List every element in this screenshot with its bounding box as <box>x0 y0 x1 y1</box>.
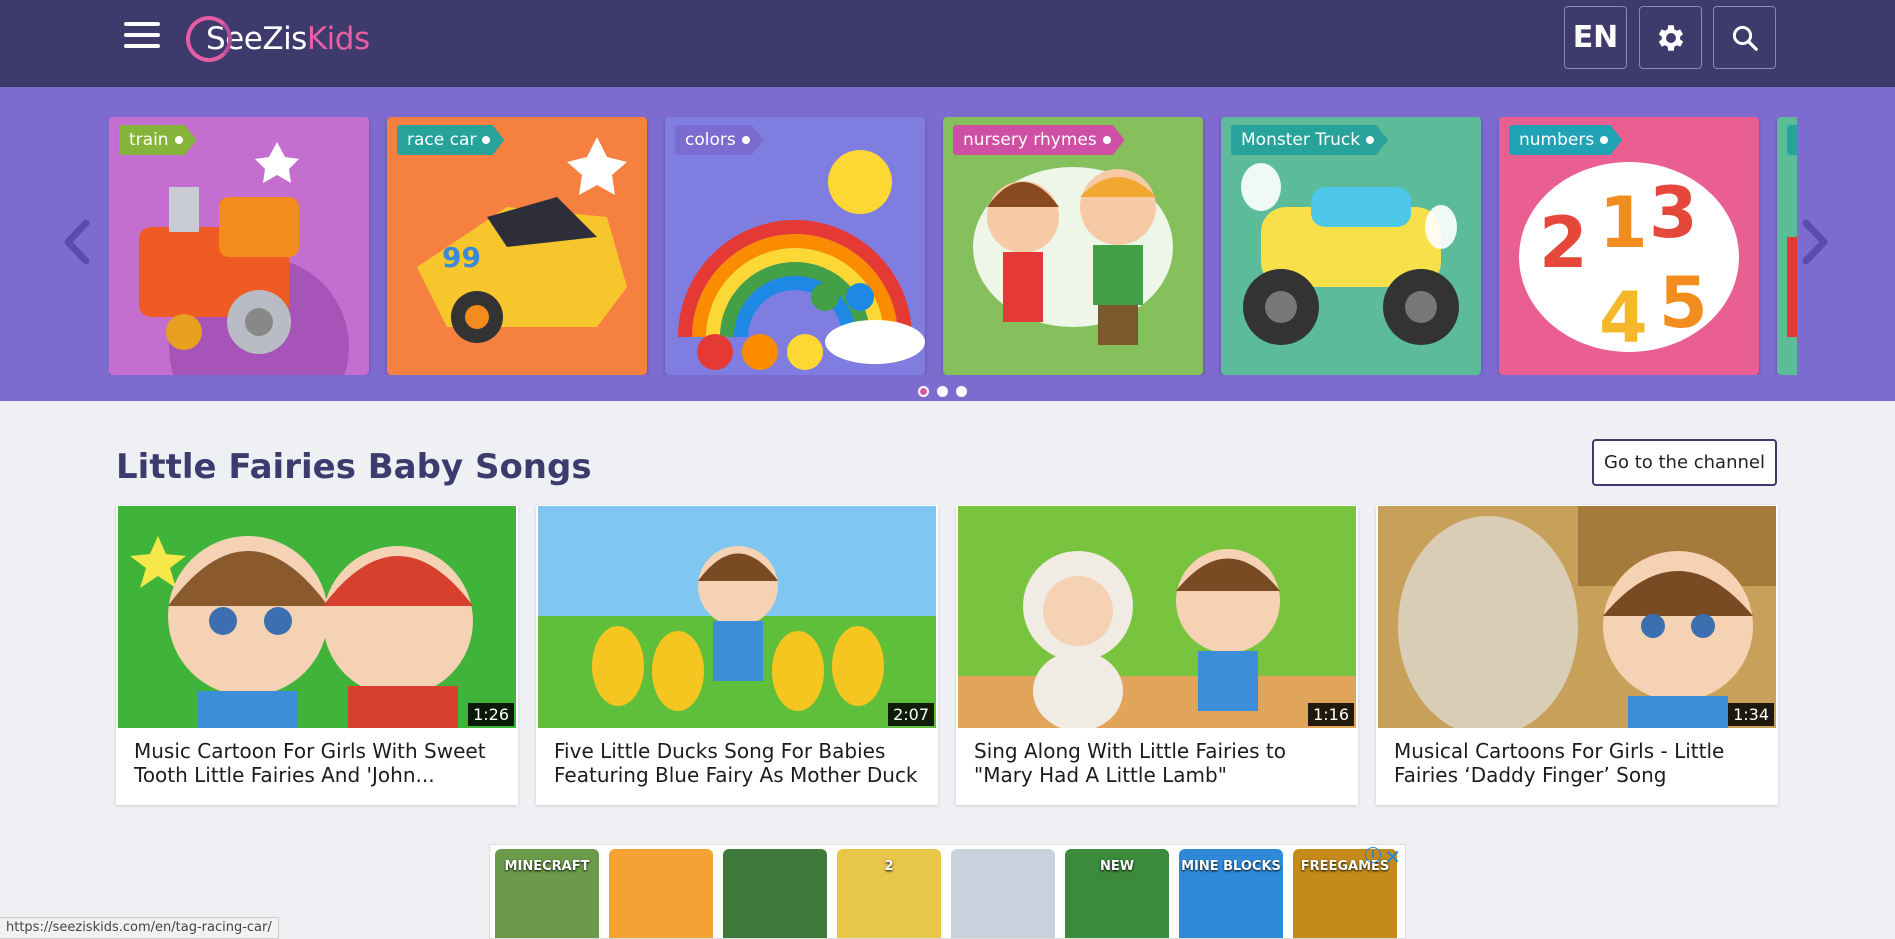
chevron-right-icon[interactable] <box>1800 217 1830 267</box>
search-button[interactable] <box>1713 6 1776 69</box>
status-bar-url: https://seeziskids.com/en/tag-racing-car… <box>0 917 279 939</box>
tile-tag-label: Monster Truck <box>1231 125 1388 155</box>
logo-ring-icon <box>186 16 232 62</box>
tile-illustration <box>678 150 925 370</box>
svg-text:5: 5 <box>1659 262 1708 344</box>
video-duration: 2:07 <box>888 703 934 726</box>
carousel-tile-a[interactable]: a <box>1777 117 1797 375</box>
thumbnail-image <box>1378 506 1776 728</box>
ad-game-tile[interactable]: 2 <box>837 849 941 938</box>
video-card[interactable]: 1:26 Music Cartoon For Girls With Sweet T… <box>116 505 518 805</box>
ad-banner: MINECRAFT 2 NEW MINE BLOCKS FREEGAMES i ✕ <box>489 844 1406 939</box>
language-button[interactable]: EN <box>1564 6 1627 69</box>
carousel-track: train 99 race car colors nursery rhymes Monst… <box>109 117 1797 375</box>
settings-button[interactable] <box>1639 6 1702 69</box>
video-title[interactable]: Sing Along With Little Fairies to "Mary … <box>974 739 1344 787</box>
site-logo[interactable]: SeeZisKids <box>186 16 370 62</box>
carousel-dot[interactable] <box>937 386 948 397</box>
carousel-pagination <box>918 386 967 397</box>
ad-game-tile[interactable] <box>723 849 827 938</box>
section-title: Little Fairies Baby Songs <box>116 447 592 487</box>
ad-game-tile[interactable] <box>609 849 713 938</box>
tile-tag-label: colors <box>675 125 764 155</box>
tile-illustration: 99 <box>417 137 627 343</box>
tile-illustration <box>1787 237 1797 337</box>
go-to-channel-button[interactable]: Go to the channel <box>1592 439 1777 486</box>
video-duration: 1:16 <box>1308 703 1354 726</box>
top-nav-bar: SeeZisKids EN <box>0 0 1895 87</box>
ad-game-tile[interactable]: FREEGAMES <box>1293 849 1397 938</box>
carousel-tile-numbers[interactable]: 2 1 3 4 5 numbers <box>1499 117 1759 375</box>
tile-tag-label: train <box>119 125 197 155</box>
carousel-dot[interactable] <box>918 386 929 397</box>
svg-text:3: 3 <box>1649 172 1698 254</box>
thumbnail-image <box>958 506 1356 728</box>
carousel-tile-colors[interactable]: colors <box>665 117 925 375</box>
ad-game-label: MINE BLOCKS <box>1181 859 1281 874</box>
ad-game-label: NEW <box>1099 859 1135 874</box>
search-icon <box>1732 25 1758 51</box>
video-thumbnail[interactable]: 1:26 <box>118 506 516 728</box>
tile-tag-label: race car <box>397 125 504 155</box>
carousel-tile-monster-truck[interactable]: Monster Truck <box>1221 117 1481 375</box>
svg-text:1: 1 <box>1599 182 1648 264</box>
ad-game-label: 2 <box>884 859 894 874</box>
gear-icon <box>1658 24 1683 51</box>
chevron-left-icon[interactable] <box>62 217 92 267</box>
tile-tag-label: nursery rhymes <box>953 125 1125 155</box>
carousel-tile-nursery-rhymes[interactable]: nursery rhymes <box>943 117 1203 375</box>
menu-hamburger-icon[interactable] <box>124 22 160 52</box>
tile-illustration <box>139 142 349 375</box>
video-title[interactable]: Musical Cartoons For Girls - Little Fair… <box>1394 739 1764 787</box>
ad-game-tile[interactable]: MINECRAFT <box>495 849 599 938</box>
ad-info-icon[interactable]: i <box>1365 847 1381 863</box>
video-thumbnail[interactable]: 2:07 <box>538 506 936 728</box>
carousel-tile-race-car[interactable]: 99 race car <box>387 117 647 375</box>
video-duration: 1:26 <box>468 703 514 726</box>
video-title[interactable]: Music Cartoon For Girls With Sweet Tooth… <box>134 739 504 787</box>
tile-tag-label: a <box>1787 125 1797 155</box>
tile-tag-label: numbers <box>1509 125 1622 155</box>
svg-text:4: 4 <box>1599 277 1648 359</box>
svg-text:99: 99 <box>442 241 481 274</box>
video-card[interactable]: 2:07 Five Little Ducks Song For Babies Fe… <box>536 505 938 805</box>
ad-game-tile[interactable]: NEW <box>1065 849 1169 938</box>
svg-text:2: 2 <box>1539 202 1588 284</box>
thumbnail-image <box>538 506 936 728</box>
video-thumbnail[interactable]: 1:16 <box>958 506 1356 728</box>
video-title[interactable]: Five Little Ducks Song For Babies Featur… <box>554 739 924 787</box>
ad-game-label: FREEGAMES <box>1300 859 1390 874</box>
tag-carousel: train 99 race car colors nursery rhymes Monst… <box>0 87 1895 401</box>
ad-close-icon[interactable]: ✕ <box>1384 845 1401 869</box>
video-thumbnail[interactable]: 1:34 <box>1378 506 1776 728</box>
video-card[interactable]: 1:34 Musical Cartoons For Girls - Little … <box>1376 505 1778 805</box>
tile-illustration <box>1241 163 1459 345</box>
thumbnail-image <box>118 506 516 728</box>
video-card[interactable]: 1:16 Sing Along With Little Fairies to "M… <box>956 505 1358 805</box>
ad-game-tile[interactable]: MINE BLOCKS <box>1179 849 1283 938</box>
video-duration: 1:34 <box>1728 703 1774 726</box>
carousel-dot[interactable] <box>956 386 967 397</box>
ad-game-tile[interactable] <box>951 849 1055 938</box>
tile-illustration: 2 1 34 5 <box>1519 162 1739 359</box>
tile-illustration <box>973 167 1173 345</box>
ad-game-label: MINECRAFT <box>504 859 590 874</box>
carousel-tile-train[interactable]: train <box>109 117 369 375</box>
